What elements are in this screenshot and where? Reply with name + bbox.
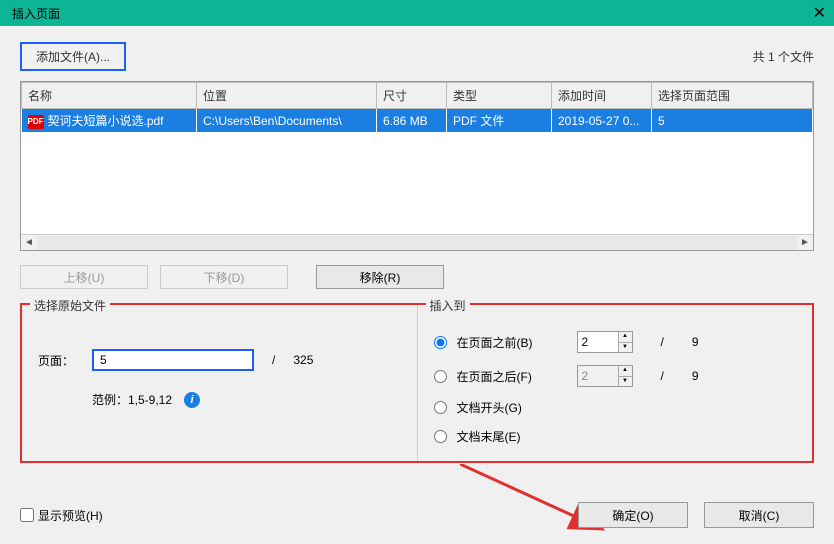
file-count-label: 共 1 个文件 — [753, 48, 814, 65]
close-icon[interactable]: ✕ — [813, 3, 826, 23]
col-location[interactable]: 位置 — [197, 83, 377, 109]
window-title: 插入页面 — [8, 5, 60, 22]
table-header-row: 名称 位置 尺寸 类型 添加时间 选择页面范围 — [22, 83, 813, 109]
cell-added: 2019-05-27 0... — [552, 109, 652, 133]
radio-before[interactable] — [434, 336, 447, 349]
after-spinner: ▲▼ — [577, 365, 633, 387]
radio-doc-end-label: 文档末尾(E) — [457, 428, 567, 445]
insert-group-title: 插入到 — [426, 297, 470, 314]
chevron-up-icon: ▲ — [619, 366, 632, 376]
cell-type: PDF 文件 — [447, 109, 552, 133]
radio-before-label: 在页面之前(B) — [457, 334, 567, 351]
scroll-right-icon[interactable]: ► — [797, 237, 813, 248]
preview-label: 显示预览(H) — [38, 507, 103, 524]
pdf-icon: PDF — [28, 115, 44, 129]
move-down-button: 下移(D) — [160, 265, 288, 289]
info-icon[interactable]: i — [184, 392, 200, 408]
scroll-left-icon[interactable]: ◄ — [21, 237, 37, 248]
move-up-button: 上移(U) — [20, 265, 148, 289]
before-spinner[interactable]: ▲▼ — [577, 331, 633, 353]
dialog-content: 添加文件(A)... 共 1 个文件 名称 位置 尺寸 类型 添加时间 选择页面… — [0, 26, 834, 542]
page-slash: / — [272, 353, 275, 367]
example-label: 范例：1,5-9,12 — [92, 391, 172, 408]
col-name[interactable]: 名称 — [22, 83, 197, 109]
radio-doc-start[interactable] — [434, 401, 447, 414]
radio-doc-end[interactable] — [434, 430, 447, 443]
scroll-track[interactable] — [37, 236, 797, 250]
col-size[interactable]: 尺寸 — [377, 83, 447, 109]
chevron-up-icon[interactable]: ▲ — [619, 332, 632, 342]
before-total: 9 — [692, 335, 699, 349]
radio-doc-start-label: 文档开头(G) — [457, 399, 567, 416]
chevron-down-icon: ▼ — [619, 376, 632, 387]
insert-group: 插入到 在页面之前(B) ▲▼ / 9 在页面之后(F) — [417, 305, 813, 461]
after-total: 9 — [692, 369, 699, 383]
add-file-button[interactable]: 添加文件(A)... — [20, 42, 126, 71]
page-input[interactable] — [92, 349, 254, 371]
file-table: 名称 位置 尺寸 类型 添加时间 选择页面范围 PDF契诃夫短篇小说选.pdf … — [20, 81, 814, 251]
cell-name: 契诃夫短篇小说选.pdf — [48, 114, 164, 128]
titlebar: 插入页面 ✕ — [0, 0, 834, 26]
radio-after[interactable] — [434, 370, 447, 383]
chevron-down-icon[interactable]: ▼ — [619, 342, 632, 353]
after-slash: / — [661, 369, 664, 383]
after-value — [578, 366, 618, 386]
cell-range: 5 — [652, 109, 813, 133]
col-added[interactable]: 添加时间 — [552, 83, 652, 109]
page-label: 页面： — [38, 352, 82, 369]
page-total: 325 — [293, 353, 313, 367]
col-range[interactable]: 选择页面范围 — [652, 83, 813, 109]
show-preview-checkbox[interactable]: 显示预览(H) — [20, 507, 103, 524]
horizontal-scrollbar[interactable]: ◄ ► — [21, 234, 813, 250]
before-value[interactable] — [578, 332, 618, 352]
table-row[interactable]: PDF契诃夫短篇小说选.pdf C:\Users\Ben\Documents\ … — [22, 109, 813, 133]
cancel-button[interactable]: 取消(C) — [704, 502, 814, 528]
cell-size: 6.86 MB — [377, 109, 447, 133]
preview-checkbox-input[interactable] — [20, 508, 34, 522]
cell-location: C:\Users\Ben\Documents\ — [197, 109, 377, 133]
before-slash: / — [661, 335, 664, 349]
source-group-title: 选择原始文件 — [30, 297, 110, 314]
remove-button[interactable]: 移除(R) — [316, 265, 444, 289]
source-group: 选择原始文件 页面： / 325 范例：1,5-9,12 i — [22, 305, 417, 461]
radio-after-label: 在页面之后(F) — [457, 368, 567, 385]
ok-button[interactable]: 确定(O) — [578, 502, 688, 528]
col-type[interactable]: 类型 — [447, 83, 552, 109]
